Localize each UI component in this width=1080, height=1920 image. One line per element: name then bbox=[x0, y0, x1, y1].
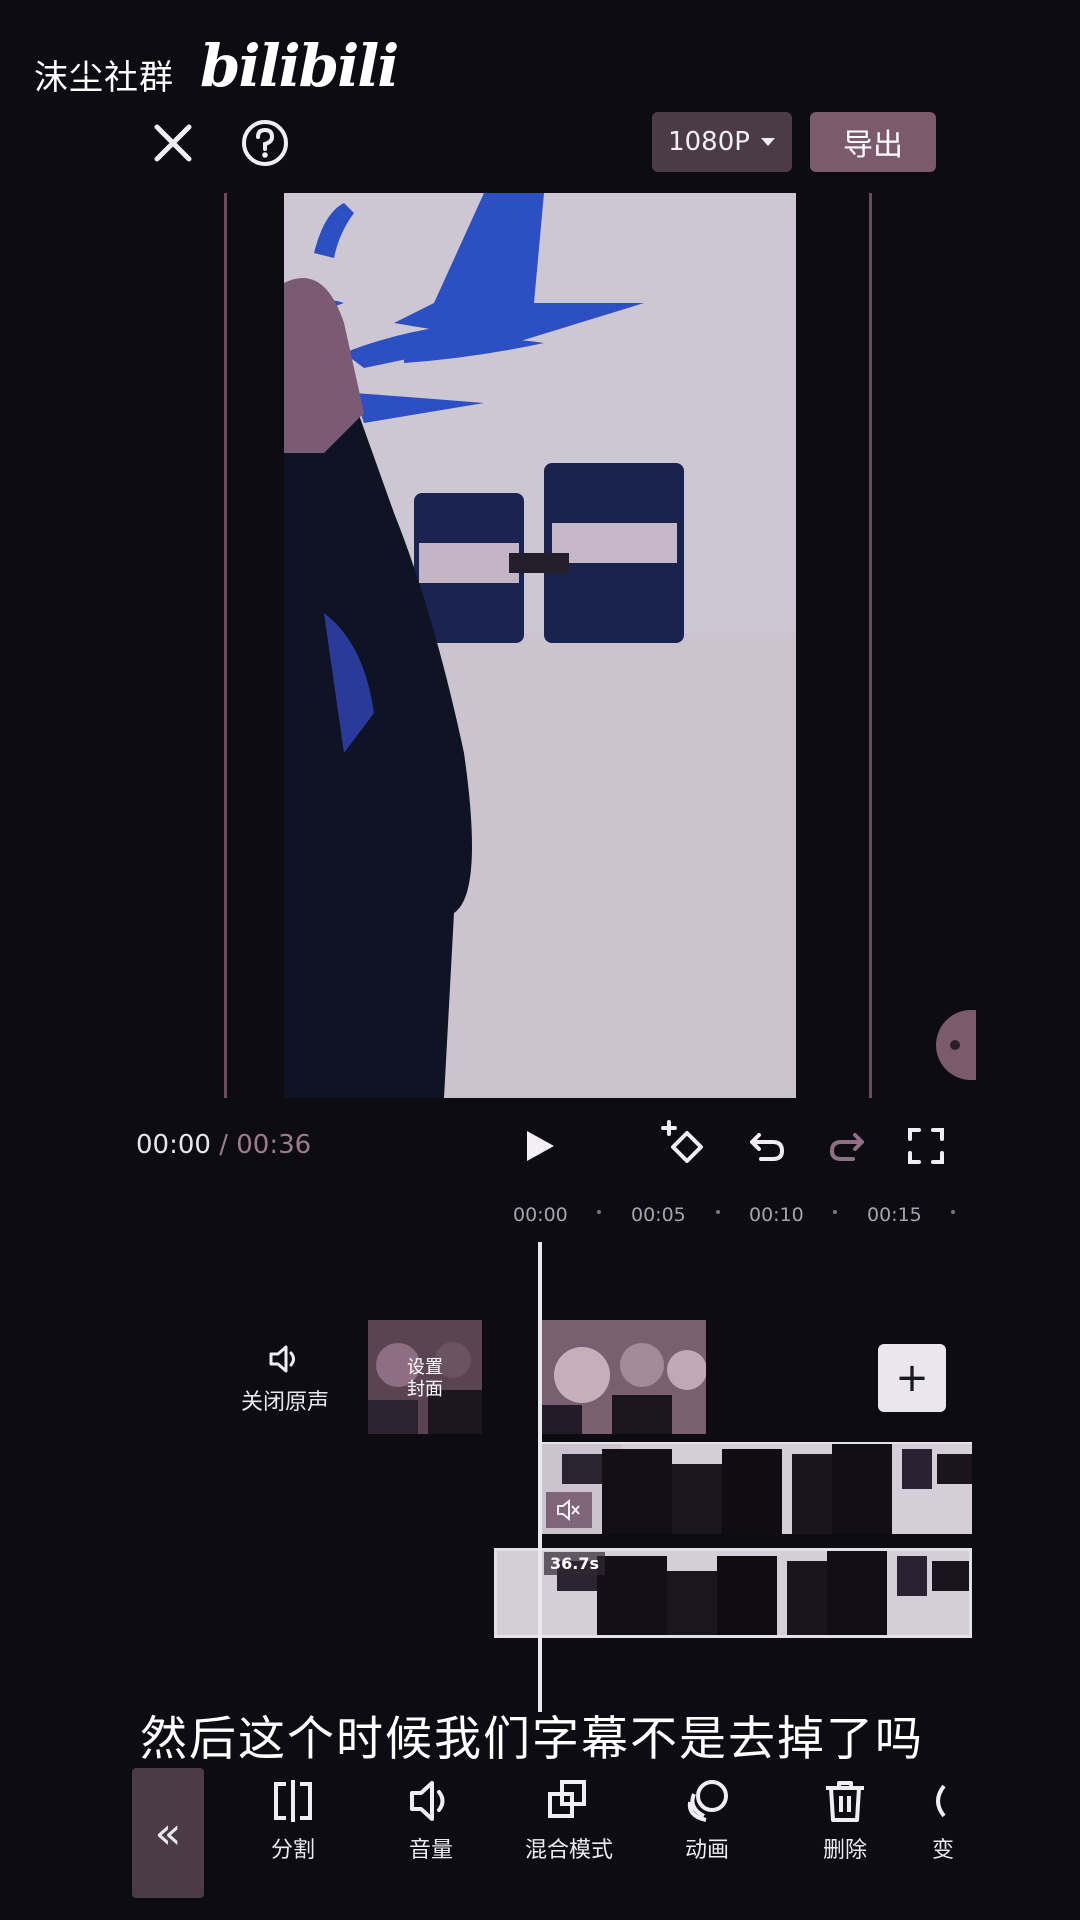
bilibili-logo: bilibili bbox=[200, 32, 399, 100]
blend-mode-icon bbox=[548, 1780, 586, 1818]
ruler-tick: 00:00 bbox=[513, 1204, 568, 1226]
more-icon bbox=[936, 1784, 946, 1818]
time-separator: / bbox=[219, 1130, 228, 1160]
redo-button[interactable] bbox=[824, 1122, 870, 1168]
blend-mode-button[interactable]: 混合模式 bbox=[514, 1778, 624, 1864]
help-icon bbox=[242, 120, 288, 166]
set-cover-label: 设置 封面 bbox=[368, 1357, 482, 1401]
mute-original-toggle[interactable]: 关闭原声 bbox=[230, 1344, 340, 1416]
resolution-dropdown[interactable]: 1080P bbox=[652, 112, 792, 172]
add-clip-button[interactable]: + bbox=[878, 1344, 946, 1412]
playback-time: 00:00 / 00:36 bbox=[136, 1130, 311, 1160]
main-video-clip[interactable] bbox=[542, 1320, 706, 1434]
cover-label-line2: 封面 bbox=[407, 1379, 443, 1400]
preview-side-handle[interactable] bbox=[936, 1010, 976, 1080]
volume-label: 音量 bbox=[408, 1838, 453, 1863]
muted-speaker-icon bbox=[557, 1499, 580, 1521]
track-muted-badge bbox=[546, 1492, 592, 1528]
ruler-tick: 00:15 bbox=[867, 1204, 922, 1226]
volume-icon bbox=[410, 1781, 445, 1821]
delete-button[interactable]: 删除 bbox=[790, 1778, 900, 1864]
total-time: 00:36 bbox=[236, 1130, 312, 1160]
current-time: 00:00 bbox=[136, 1130, 211, 1160]
split-button[interactable]: 分割 bbox=[238, 1778, 348, 1864]
ruler-dot bbox=[833, 1210, 837, 1214]
undo-icon bbox=[750, 1133, 784, 1161]
delete-label: 删除 bbox=[822, 1838, 867, 1863]
ruler-dot bbox=[597, 1210, 601, 1214]
cover-label-line1: 设置 bbox=[407, 1357, 443, 1378]
play-icon bbox=[527, 1131, 554, 1161]
undo-button[interactable] bbox=[744, 1122, 790, 1168]
play-button[interactable] bbox=[518, 1124, 562, 1168]
add-keyframe-button[interactable] bbox=[658, 1118, 710, 1170]
close-button[interactable] bbox=[148, 118, 198, 168]
chevron-down-icon bbox=[760, 138, 775, 146]
ruler-dot bbox=[716, 1210, 720, 1214]
ruler-tick: 00:05 bbox=[631, 1204, 686, 1226]
ruler-dot bbox=[951, 1210, 955, 1214]
video-subtitle: 然后这个时候我们字幕不是去掉了吗 bbox=[140, 1712, 924, 1767]
animation-button[interactable]: 动画 bbox=[652, 1778, 762, 1864]
speaker-icon bbox=[269, 1345, 295, 1373]
resolution-label: 1080P bbox=[668, 127, 750, 157]
watermark-text: 沫尘社群 bbox=[34, 58, 174, 98]
clip-duration-badge: 36.7s bbox=[544, 1552, 605, 1575]
ruler-tick: 00:10 bbox=[749, 1204, 804, 1226]
mute-original-label: 关闭原声 bbox=[240, 1390, 329, 1415]
close-icon bbox=[154, 124, 192, 162]
more-tool-label: 变 bbox=[932, 1838, 955, 1863]
overlay-track-clip[interactable] bbox=[542, 1442, 972, 1534]
keyframe-add-icon bbox=[661, 1120, 703, 1163]
collapse-toolbar-button[interactable]: « bbox=[132, 1768, 204, 1898]
fullscreen-icon bbox=[908, 1128, 944, 1164]
video-preview[interactable] bbox=[284, 193, 796, 1098]
clip-thumbnail bbox=[542, 1320, 706, 1434]
animation-icon bbox=[687, 1780, 728, 1822]
animation-label: 动画 bbox=[684, 1838, 729, 1863]
playhead[interactable] bbox=[538, 1242, 542, 1712]
track-filmstrip bbox=[542, 1444, 972, 1534]
more-tool-button[interactable]: 变 bbox=[928, 1778, 980, 1864]
split-icon bbox=[274, 1780, 312, 1822]
redo-icon bbox=[830, 1133, 864, 1161]
blend-mode-label: 混合模式 bbox=[524, 1838, 613, 1863]
fullscreen-button[interactable] bbox=[904, 1124, 948, 1168]
volume-button[interactable]: 音量 bbox=[376, 1778, 486, 1864]
export-button[interactable]: 导出 bbox=[810, 112, 936, 172]
video-frame-image bbox=[284, 193, 796, 1098]
help-button[interactable] bbox=[238, 116, 292, 170]
split-label: 分割 bbox=[270, 1838, 315, 1863]
delete-icon bbox=[826, 1781, 864, 1822]
